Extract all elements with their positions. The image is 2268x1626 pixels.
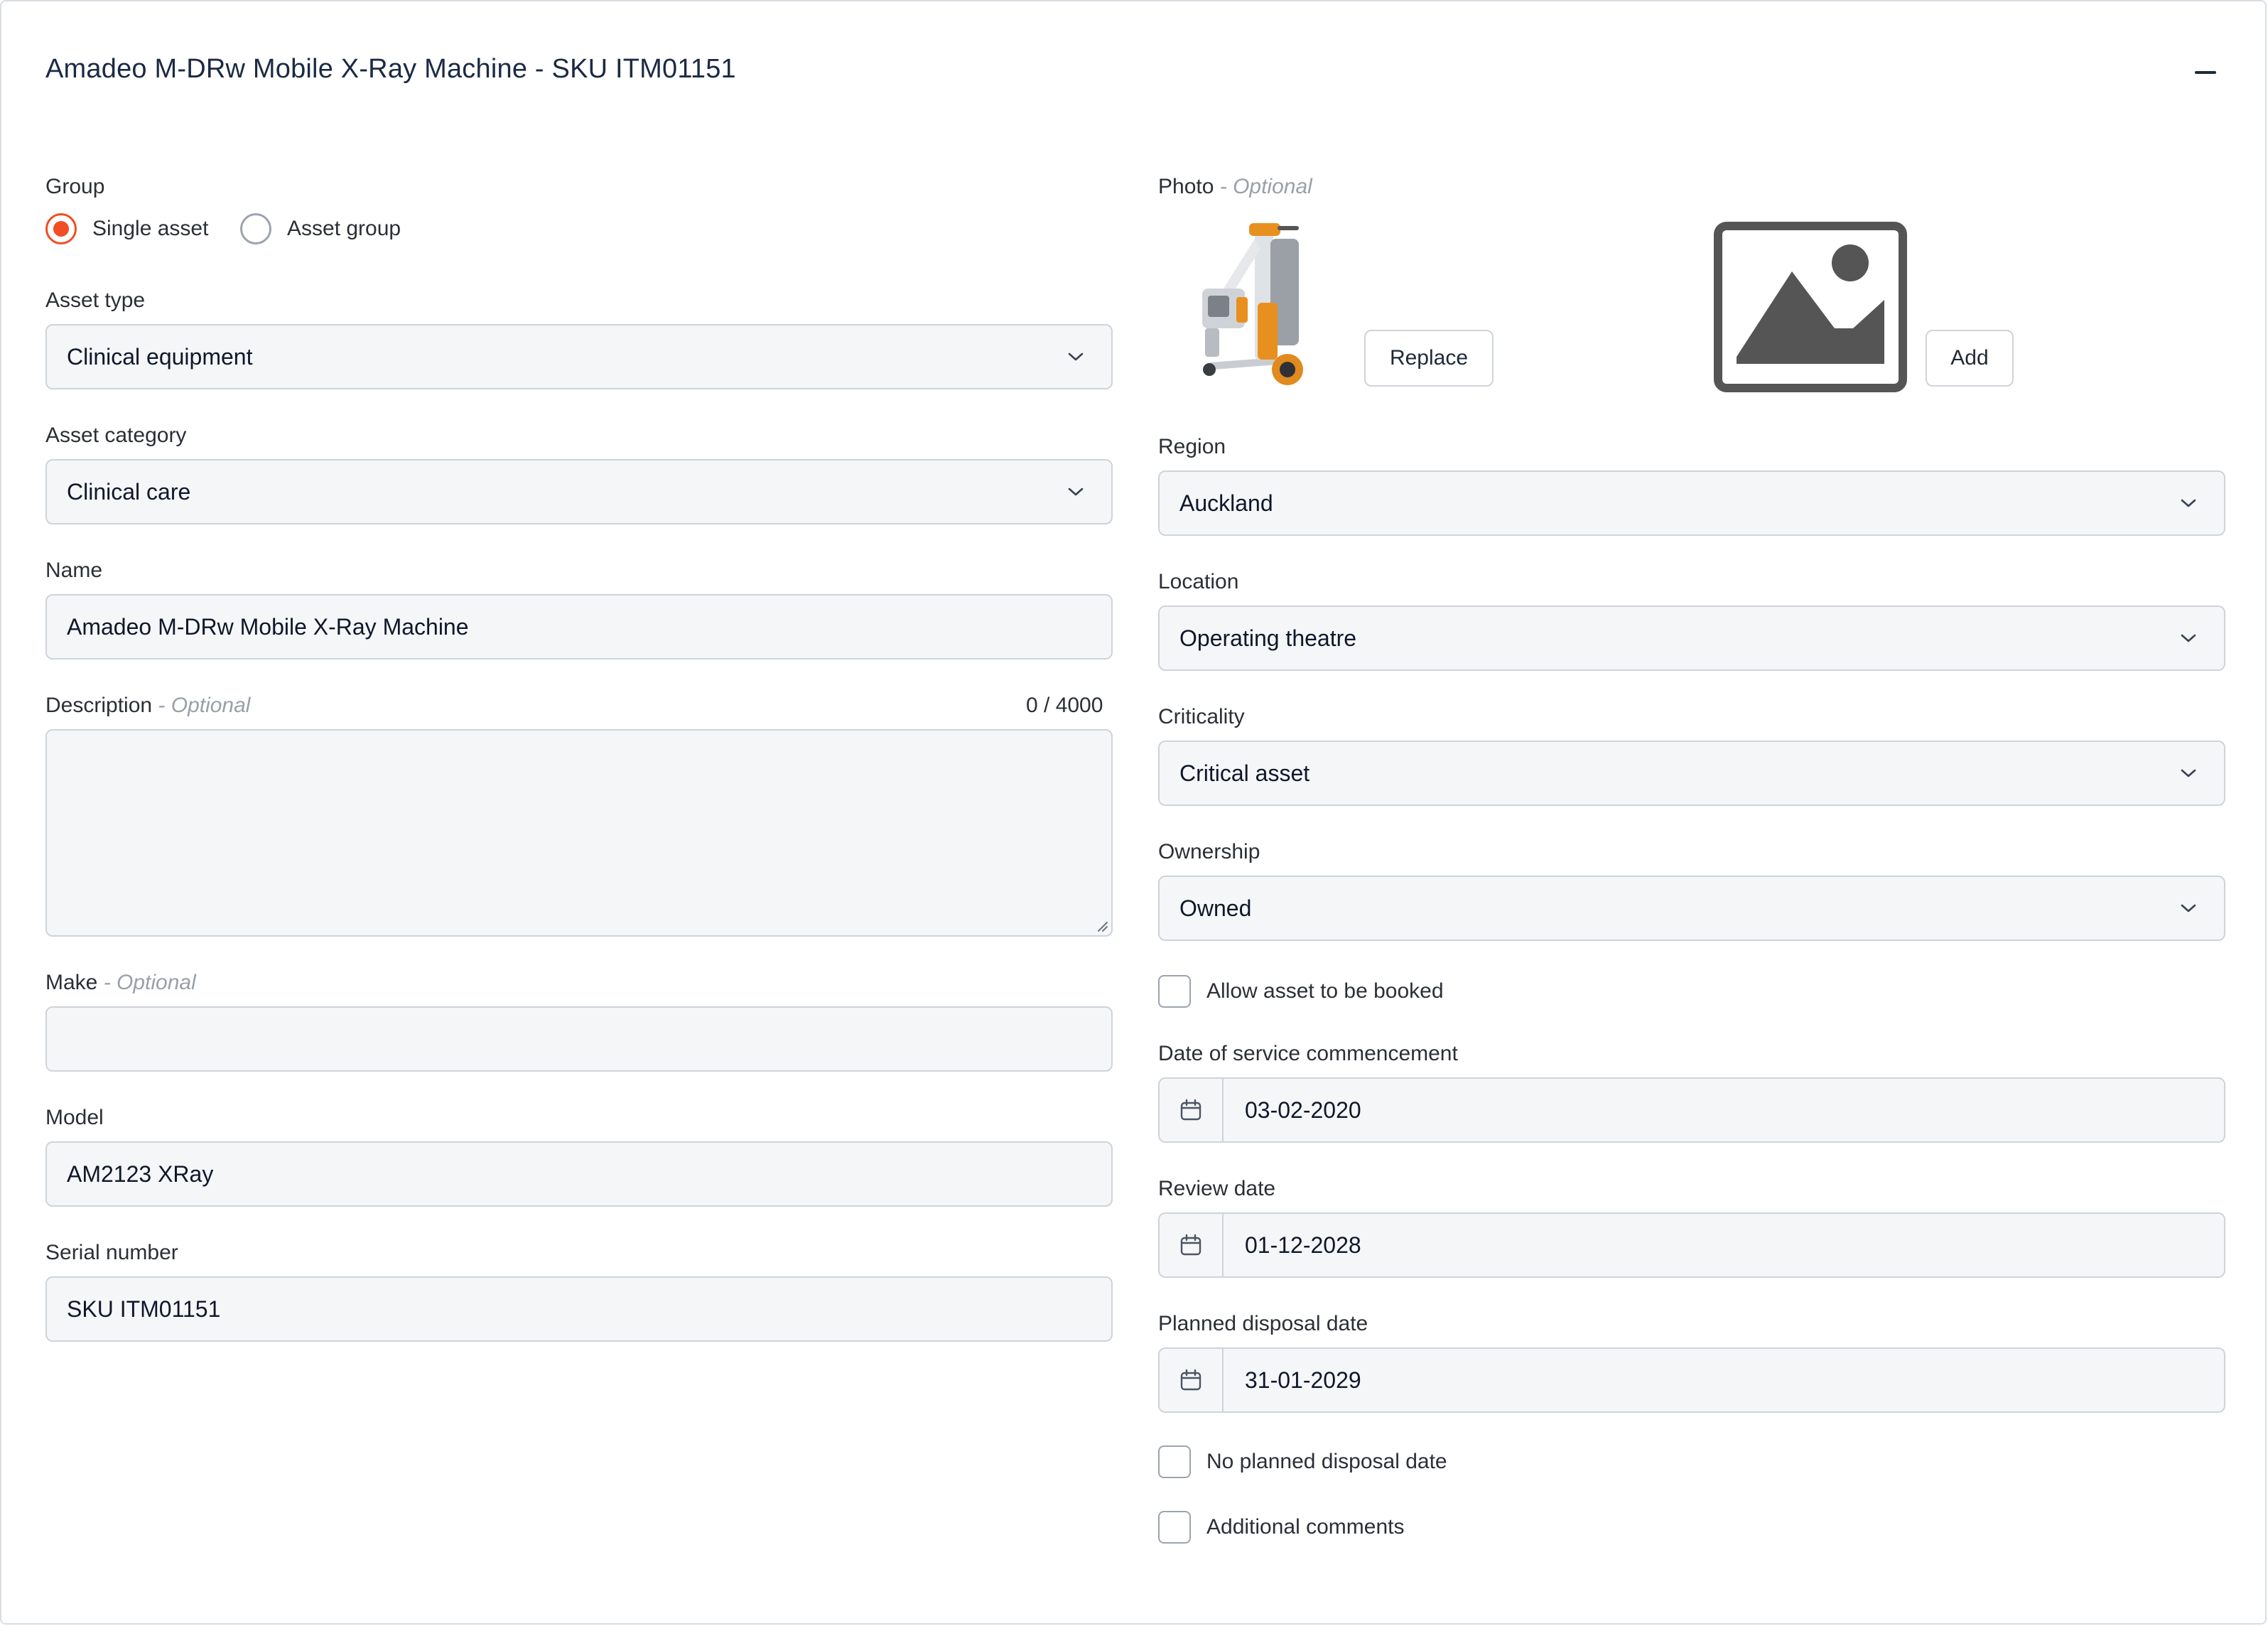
review-date-label: Review date bbox=[1158, 1177, 1276, 1200]
description-textarea[interactable] bbox=[45, 729, 1113, 937]
chevron-down-icon bbox=[1066, 347, 1086, 367]
criticality-label: Criticality bbox=[1158, 705, 1245, 728]
radio-asset-group[interactable]: Asset group bbox=[240, 213, 401, 244]
serial-number-label: Serial number bbox=[45, 1241, 178, 1264]
calendar-icon[interactable] bbox=[1160, 1349, 1224, 1411]
radio-button[interactable] bbox=[240, 213, 271, 244]
model-label: Model bbox=[45, 1106, 104, 1129]
name-input[interactable]: Amadeo M-DRw Mobile X-Ray Machine bbox=[45, 594, 1113, 659]
make-label: Make - Optional bbox=[45, 971, 196, 995]
optional-tag: - Optional bbox=[103, 971, 196, 994]
collapse-button[interactable] bbox=[2194, 61, 2217, 84]
radio-label: Single asset bbox=[92, 217, 209, 240]
no-planned-disposal-checkbox-row[interactable]: No planned disposal date bbox=[1158, 1445, 1447, 1478]
chevron-down-icon bbox=[2178, 898, 2198, 918]
no-planned-disposal-label: No planned disposal date bbox=[1206, 1450, 1447, 1473]
additional-comments-checkbox-row[interactable]: Additional comments bbox=[1158, 1511, 1404, 1544]
no-planned-disposal-checkbox[interactable] bbox=[1158, 1445, 1191, 1478]
review-date-input[interactable]: 01-12-2028 bbox=[1158, 1212, 2225, 1278]
form-title: Amadeo M-DRw Mobile X-Ray Machine - SKU … bbox=[45, 54, 736, 84]
additional-comments-label: Additional comments bbox=[1206, 1515, 1405, 1539]
make-label-text: Make bbox=[45, 971, 98, 994]
asset-category-value: Clinical care bbox=[67, 478, 191, 505]
asset-type-select[interactable]: Clinical equipment bbox=[45, 324, 1113, 389]
group-label: Group bbox=[45, 175, 105, 198]
criticality-select[interactable]: Critical asset bbox=[1158, 741, 2225, 806]
allow-booking-checkbox[interactable] bbox=[1158, 975, 1191, 1008]
planned-disposal-date-input[interactable]: 31-01-2029 bbox=[1158, 1347, 2225, 1413]
location-select[interactable]: Operating theatre bbox=[1158, 605, 2225, 671]
name-value: Amadeo M-DRw Mobile X-Ray Machine bbox=[67, 613, 469, 640]
chevron-down-icon bbox=[2178, 493, 2198, 513]
chevron-down-icon bbox=[2178, 628, 2198, 648]
allow-booking-label: Allow asset to be booked bbox=[1206, 979, 1444, 1003]
chevron-down-icon bbox=[2178, 763, 2198, 783]
name-label: Name bbox=[45, 559, 103, 582]
region-label: Region bbox=[1158, 435, 1226, 458]
asset-category-select[interactable]: Clinical care bbox=[45, 459, 1113, 524]
model-value: AM2123 XRay bbox=[67, 1161, 214, 1187]
calendar-icon[interactable] bbox=[1160, 1214, 1224, 1276]
review-date-value: 01-12-2028 bbox=[1245, 1232, 1361, 1258]
asset-photo-thumbnail bbox=[1181, 217, 1323, 388]
ownership-select[interactable]: Owned bbox=[1158, 876, 2225, 941]
radio-label: Asset group bbox=[287, 217, 401, 240]
ownership-label: Ownership bbox=[1158, 840, 1260, 863]
service-commencement-label: Date of service commencement bbox=[1158, 1042, 1458, 1065]
asset-type-value: Clinical equipment bbox=[67, 343, 253, 370]
serial-number-input[interactable]: SKU ITM01151 bbox=[45, 1276, 1113, 1342]
description-label: Description - Optional bbox=[45, 694, 250, 718]
replace-photo-button[interactable]: Replace bbox=[1364, 330, 1494, 387]
planned-disposal-label: Planned disposal date bbox=[1158, 1312, 1368, 1335]
region-value: Auckland bbox=[1179, 490, 1273, 516]
region-select[interactable]: Auckland bbox=[1158, 470, 2225, 536]
description-char-counter: 0 / 4000 bbox=[1026, 694, 1103, 717]
optional-tag: - Optional bbox=[1219, 175, 1312, 198]
chevron-down-icon bbox=[1066, 482, 1086, 502]
minus-icon bbox=[2195, 71, 2216, 74]
asset-type-label: Asset type bbox=[45, 289, 146, 312]
description-label-text: Description bbox=[45, 694, 153, 717]
location-value: Operating theatre bbox=[1179, 625, 1357, 651]
photo-label-text: Photo bbox=[1158, 175, 1214, 198]
asset-category-label: Asset category bbox=[45, 424, 187, 447]
serial-number-value: SKU ITM01151 bbox=[67, 1296, 221, 1322]
criticality-value: Critical asset bbox=[1179, 760, 1310, 786]
radio-single-asset[interactable]: Single asset bbox=[45, 213, 208, 244]
service-commencement-value: 03-02-2020 bbox=[1245, 1097, 1361, 1123]
additional-comments-checkbox[interactable] bbox=[1158, 1511, 1191, 1544]
location-label: Location bbox=[1158, 570, 1239, 593]
make-input[interactable] bbox=[45, 1006, 1113, 1072]
planned-disposal-value: 31-01-2029 bbox=[1245, 1367, 1361, 1393]
calendar-icon[interactable] bbox=[1160, 1079, 1224, 1141]
radio-button[interactable] bbox=[45, 213, 77, 244]
image-placeholder-icon bbox=[1714, 222, 1907, 392]
resize-handle-icon[interactable] bbox=[1093, 917, 1108, 932]
ownership-value: Owned bbox=[1179, 895, 1252, 921]
allow-booking-checkbox-row[interactable]: Allow asset to be booked bbox=[1158, 975, 1444, 1008]
optional-tag: - Optional bbox=[158, 694, 251, 717]
photo-label: Photo - Optional bbox=[1158, 175, 1312, 199]
service-commencement-date-input[interactable]: 03-02-2020 bbox=[1158, 1077, 2225, 1143]
add-photo-button[interactable]: Add bbox=[1926, 330, 2014, 387]
model-input[interactable]: AM2123 XRay bbox=[45, 1141, 1113, 1207]
asset-form-panel: Amadeo M-DRw Mobile X-Ray Machine - SKU … bbox=[0, 0, 2267, 1625]
